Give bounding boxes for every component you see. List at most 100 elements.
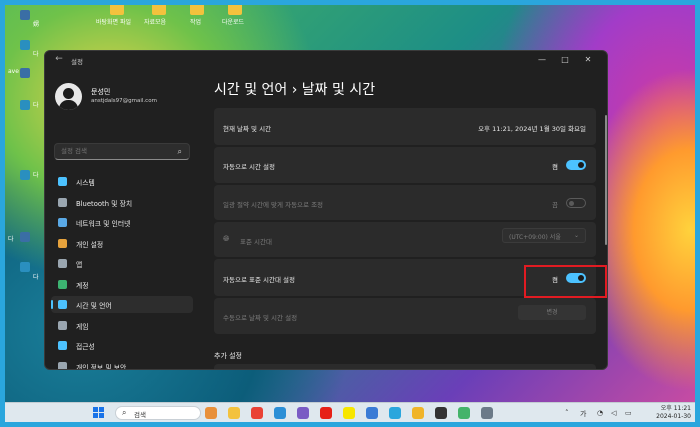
tray-date: 2024-01-30 [656, 413, 691, 420]
gamepad-icon [58, 320, 67, 330]
desktop-folder-icon[interactable] [110, 3, 124, 15]
back-button[interactable]: ← [53, 54, 65, 68]
taskbar: ⌕ 검색 ˄ 가 ◔ ◁ ▭ 오후 11:21 2024-01-30 [5, 402, 695, 422]
shield-icon [58, 361, 67, 369]
desktop-icon-label: 작업 [190, 19, 202, 26]
desktop-app-icon[interactable] [20, 68, 30, 78]
sidebar-item[interactable]: 개인 정보 및 보안 [51, 358, 193, 370]
avatar[interactable] [55, 83, 82, 110]
explorer-folder-icon[interactable] [228, 407, 240, 419]
toggle-state-label: 끔 [552, 201, 558, 209]
scrollbar[interactable] [605, 115, 607, 245]
sidebar-item[interactable]: 시간 및 언어 [51, 296, 193, 313]
desktop-app-icon[interactable] [20, 100, 30, 110]
sidebar-item[interactable]: 접근성 [51, 337, 193, 354]
desktop-icon-label: 다 [33, 172, 39, 179]
desktop-icon-label: 다 [33, 274, 39, 281]
monitor-icon [58, 177, 67, 186]
search-input[interactable] [61, 147, 171, 155]
tray-clock[interactable]: 오후 11:21 2024-01-30 [647, 405, 691, 421]
timezone-row: 🌐︎ 표준 시간대 (UTC+09:00) 서울 ⌄ [214, 222, 596, 257]
apps-icon [58, 259, 67, 268]
row-label: 현재 날짜 및 시간 [223, 125, 272, 133]
desktop-icon-label: 다운로드 [222, 19, 245, 26]
media-icon[interactable] [297, 407, 309, 419]
desktop-icon-label: 다 [8, 236, 14, 243]
row-label: 표준 시간대 [240, 238, 272, 246]
close-button[interactable]: ✕ [577, 53, 599, 67]
desktop-app-icon[interactable] [20, 262, 30, 272]
store-icon[interactable] [366, 407, 378, 419]
user-name: 문성민 [91, 88, 111, 96]
toggle-state-label: 켬 [552, 163, 558, 171]
globe-icon: 🌐︎ [223, 234, 230, 243]
sidebar-item[interactable]: Bluetooth 및 장치 [51, 194, 193, 211]
sidebar-item[interactable]: 앱 [51, 255, 193, 272]
row-label: 자동으로 시간 설정 [223, 163, 275, 171]
tray-chevron-icon[interactable]: ˄ [565, 409, 569, 417]
game-app-icon[interactable] [205, 407, 217, 419]
wifi-icon[interactable]: ◔ [597, 409, 603, 417]
desktop-app-icon[interactable] [20, 232, 30, 242]
more-settings-row [214, 364, 596, 369]
timezone-value: (UTC+09:00) 서울 [509, 234, 561, 241]
settings-window: ← 설정 — □ ✕ 문성민 anstjdals97@gmail.com ⌕ 시… [44, 50, 608, 370]
maximize-button[interactable]: □ [554, 53, 576, 67]
minimize-button[interactable]: — [531, 53, 553, 67]
sidebar: 문성민 anstjdals97@gmail.com ⌕ 시스템 Bluetooth… [45, 71, 201, 370]
tray-time: 오후 11:21 [660, 405, 691, 412]
account-icon [58, 279, 67, 289]
sidebar-item-label: Bluetooth 및 장치 [76, 199, 133, 208]
youtube-icon[interactable] [320, 407, 332, 419]
app-icon[interactable] [458, 407, 470, 419]
timezone-select[interactable]: (UTC+09:00) 서울 ⌄ [502, 228, 586, 243]
desktop-folder-icon[interactable] [152, 3, 166, 15]
sidebar-item[interactable]: 시스템 [51, 173, 193, 190]
accessibility-icon [58, 341, 67, 350]
current-datetime-row: 현재 날짜 및 시간 오후 11:21, 2024년 1월 30일 화요일 [214, 108, 596, 145]
terminal-icon[interactable] [435, 407, 447, 419]
active-indicator [51, 300, 53, 309]
search-icon[interactable]: ⌕ [178, 147, 182, 157]
sidebar-item[interactable]: 개인 설정 [51, 235, 193, 252]
sidebar-item-label: 네트워크 및 인터넷 [76, 220, 131, 228]
search-icon: ⌕ [122, 408, 127, 417]
language-indicator[interactable]: 가 [580, 409, 586, 419]
sidebar-item[interactable]: 네트워크 및 인터넷 [51, 214, 193, 231]
desktop-app-icon[interactable] [20, 10, 30, 20]
photos-icon[interactable] [389, 407, 401, 419]
desktop-icon-label: ave [8, 68, 19, 75]
taskbar-search[interactable]: ⌕ 검색 [115, 406, 201, 420]
files-icon[interactable] [412, 407, 424, 419]
edge-icon[interactable] [274, 407, 286, 419]
sidebar-item-label: 개인 설정 [76, 240, 104, 249]
sidebar-item[interactable]: 게임 [51, 317, 193, 334]
desktop-app-icon[interactable] [20, 40, 30, 50]
globe-clock-icon [58, 300, 67, 309]
desktop-icon-label: 다 [33, 102, 39, 109]
auto-time-toggle[interactable] [566, 160, 586, 170]
windows-start-icon[interactable] [93, 407, 105, 419]
highlight-box [524, 265, 607, 298]
user-email: anstjdals97@gmail.com [91, 98, 157, 104]
manual-datetime-row: 수동으로 날짜 및 시간 설정 변경 [214, 298, 596, 334]
kakaotalk-icon[interactable] [343, 407, 355, 419]
desktop-app-icon[interactable] [20, 170, 30, 180]
chrome-icon[interactable] [251, 407, 263, 419]
sidebar-item-label: 앱 [76, 261, 83, 269]
sidebar-item-label: 개인 정보 및 보안 [76, 363, 127, 370]
dst-toggle[interactable] [566, 198, 586, 208]
settings-icon[interactable] [481, 407, 493, 419]
brush-icon [58, 238, 67, 248]
sidebar-item[interactable]: 계정 [51, 276, 193, 293]
search-box[interactable]: ⌕ [54, 143, 190, 160]
desktop-folder-icon[interactable] [190, 3, 204, 15]
desktop-folder-icon[interactable] [228, 3, 242, 15]
desktop-icon-label: 자료모음 [144, 19, 167, 26]
sidebar-item-label: 시스템 [76, 179, 95, 187]
volume-icon[interactable]: ◁ [611, 409, 616, 417]
row-label: 일광 절약 시간에 맞게 자동으로 조정 [223, 201, 324, 209]
current-datetime-value: 오후 11:21, 2024년 1월 30일 화요일 [478, 125, 586, 133]
battery-icon[interactable]: ▭ [625, 409, 632, 417]
change-button[interactable]: 변경 [518, 305, 586, 320]
